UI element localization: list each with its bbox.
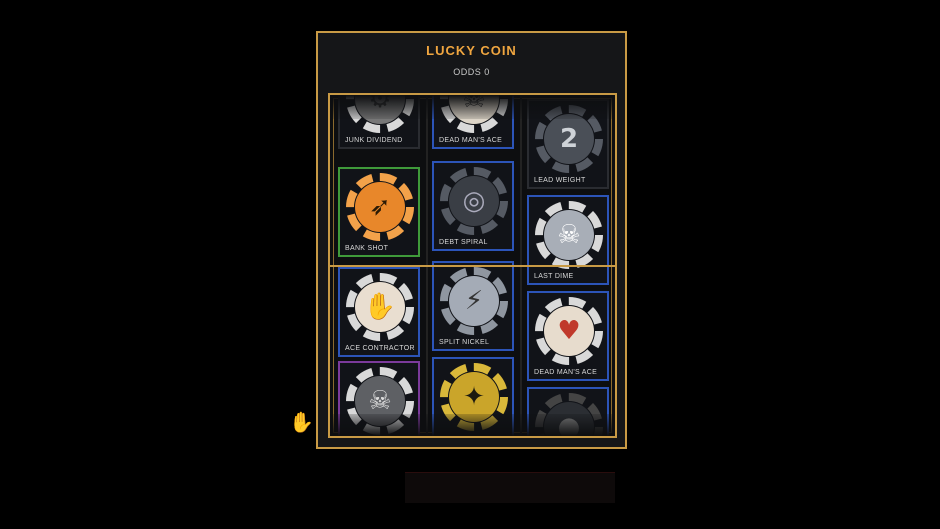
odds-label: ODDS 0 xyxy=(453,67,490,77)
dead-mans-ace-chip-2: ♥ xyxy=(535,297,603,365)
chip-label: DEAD MAN'S ACE xyxy=(439,137,503,144)
lucky-coin-panel: LUCKY COIN ODDS 0 ⚙ JUNK DIVIDEND ➶ BANK… xyxy=(316,31,627,449)
ace-contractor-chip: ✋ xyxy=(346,273,414,341)
panel-title: LUCKY COIN xyxy=(426,43,517,58)
chip-label: DEBT SPIRAL xyxy=(439,239,488,246)
chip-slot[interactable]: ♥ DEAD MAN'S ACE xyxy=(527,291,609,381)
chip-label: BANK SHOT xyxy=(345,245,389,252)
bank-shot-chip: ➶ xyxy=(346,173,414,241)
reel-fade-top xyxy=(330,95,615,119)
chip-label: LAST DIME xyxy=(534,273,574,280)
split-nickel-chip: ⚡ xyxy=(440,267,508,335)
payline xyxy=(330,265,615,267)
hand-cursor-icon: ✋ xyxy=(289,410,314,434)
weight-icon: 2 xyxy=(544,114,594,164)
bullet-icon: ➶ xyxy=(355,182,405,232)
chip-slot[interactable]: ⚡ SPLIT NICKEL xyxy=(432,261,514,351)
chip-slot[interactable]: ◎ DEBT SPIRAL xyxy=(432,161,514,251)
reel-window: ⚙ JUNK DIVIDEND ➶ BANK SHOT ✋ ACE CONTRA… xyxy=(328,93,617,438)
chip-slot[interactable]: ✋ ACE CONTRACTOR xyxy=(338,267,420,357)
chip-label: SPLIT NICKEL xyxy=(439,339,490,346)
chip-slot[interactable]: ➶ BANK SHOT xyxy=(338,167,420,257)
chip-label: JUNK DIVIDEND xyxy=(345,137,403,144)
blurred-button[interactable] xyxy=(405,472,615,503)
chip-label: DEAD MAN'S ACE xyxy=(534,369,598,376)
debt-spiral-chip: ◎ xyxy=(440,167,508,235)
chip-label: LEAD WEIGHT xyxy=(534,177,586,184)
chip-label: ACE CONTRACTOR xyxy=(345,345,415,352)
last-dime-chip: ☠ xyxy=(535,201,603,269)
cracked-coin-icon: ⚡ xyxy=(449,276,499,326)
skull-card-icon: ♥ xyxy=(544,306,594,356)
skull-crossbones-icon: ☠ xyxy=(544,210,594,260)
reel-fade-bottom xyxy=(330,414,615,436)
hand-print-icon: ✋ xyxy=(355,282,405,332)
chip-slot[interactable]: ☠ LAST DIME xyxy=(527,195,609,285)
spiral-icon: ◎ xyxy=(449,176,499,226)
